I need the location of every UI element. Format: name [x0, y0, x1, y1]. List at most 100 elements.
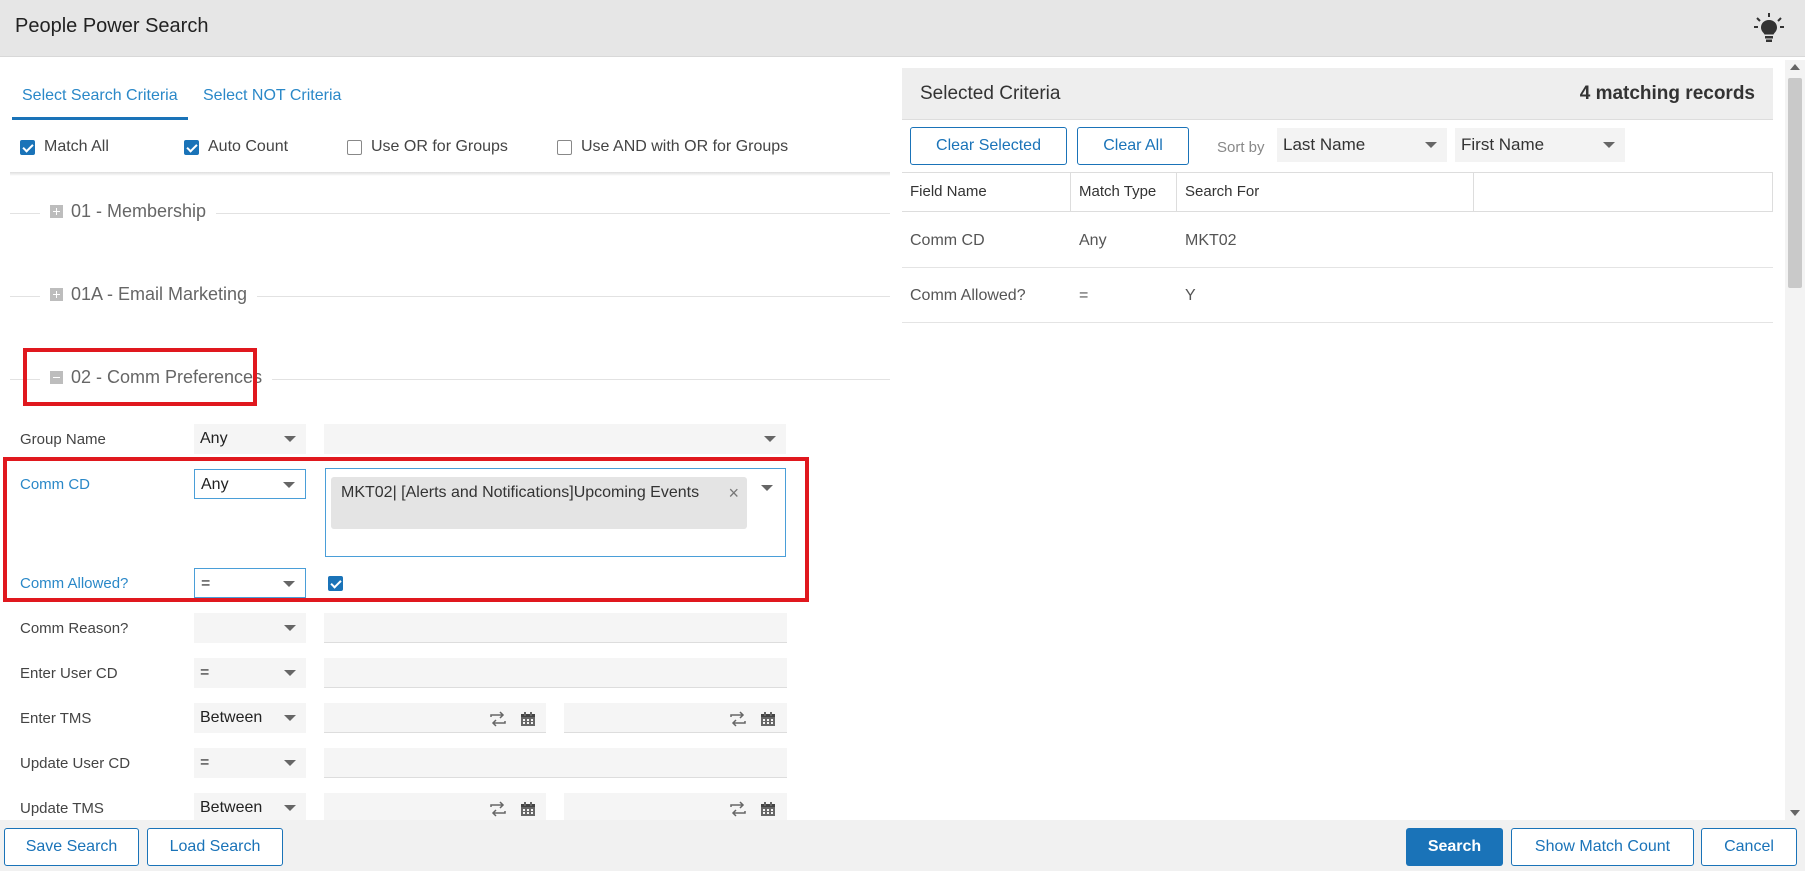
search-button[interactable]: Search — [1406, 828, 1503, 866]
match-all-checkbox[interactable] — [20, 139, 35, 155]
swap-icon[interactable] — [489, 711, 507, 727]
section-membership-header[interactable]: 01 - Membership — [40, 201, 217, 222]
comm-cd-match-value: Any — [201, 476, 229, 493]
row-match-type: = — [1079, 287, 1089, 304]
comm-reason-label: Comm Reason? — [20, 620, 129, 637]
comm-reason-match-select[interactable] — [194, 613, 306, 643]
swap-icon[interactable] — [729, 801, 747, 817]
section-membership-label: 01 - Membership — [71, 201, 207, 221]
comm-allowed-match-value: = — [201, 575, 211, 592]
swap-icon[interactable] — [729, 711, 747, 727]
chevron-down-icon — [283, 482, 295, 488]
calendar-icon[interactable] — [759, 711, 777, 727]
update-tms-match-select[interactable]: Between — [194, 793, 306, 823]
scroll-up-icon[interactable] — [1790, 64, 1800, 70]
sort-secondary-select[interactable]: First Name — [1455, 128, 1625, 162]
title-bar: People Power Search — [0, 0, 1805, 57]
tab-select-not-criteria[interactable]: Select NOT Criteria — [203, 87, 341, 117]
selected-criteria-title: Selected Criteria — [920, 83, 1061, 104]
chevron-down-icon — [284, 760, 296, 766]
expand-icon[interactable] — [50, 205, 63, 218]
comm-allowed-label: Comm Allowed? — [20, 575, 129, 592]
scroll-down-icon[interactable] — [1790, 810, 1800, 816]
update-tms-from-input[interactable] — [324, 793, 546, 823]
column-match-type[interactable]: Match Type — [1071, 173, 1177, 211]
section-membership: 01 - Membership — [10, 201, 890, 222]
chevron-down-icon — [1603, 142, 1615, 148]
comm-cd-chip[interactable]: MKT02| [Alerts and Notifications]Upcomin… — [331, 477, 747, 529]
use-or-groups-label: Use OR for Groups — [371, 138, 508, 155]
comm-cd-match-select[interactable]: Any — [194, 469, 306, 499]
section-email-marketing-header[interactable]: 01A - Email Marketing — [40, 284, 258, 305]
update-user-cd-label: Update User CD — [20, 755, 131, 772]
enter-tms-from-input[interactable] — [324, 703, 546, 733]
matching-records-count: 4 matching records — [1579, 83, 1755, 104]
enter-tms-match-value: Between — [200, 709, 263, 726]
chevron-down-icon — [284, 436, 296, 442]
row-field-name: Comm Allowed? — [910, 287, 1026, 304]
table-row[interactable]: Comm CD Any MKT02 — [902, 214, 1773, 268]
update-tms-label: Update TMS — [20, 800, 104, 817]
calendar-icon[interactable] — [759, 801, 777, 817]
cancel-button[interactable]: Cancel — [1701, 828, 1797, 866]
chevron-down-icon — [284, 670, 296, 676]
match-all-option[interactable]: Match All — [20, 138, 109, 156]
enter-user-cd-match-select[interactable]: = — [194, 658, 306, 688]
group-name-value-select[interactable] — [324, 424, 786, 454]
chevron-down-icon — [283, 581, 295, 587]
update-user-cd-input[interactable] — [324, 748, 787, 778]
section-email-marketing-label: 01A - Email Marketing — [71, 284, 248, 304]
comm-cd-multiselect[interactable]: MKT02| [Alerts and Notifications]Upcomin… — [325, 468, 786, 557]
table-row[interactable]: Comm Allowed? = Y — [902, 269, 1773, 323]
vertical-scrollbar[interactable] — [1785, 60, 1805, 820]
update-user-cd-match-select[interactable]: = — [194, 748, 306, 778]
expand-icon[interactable] — [50, 288, 63, 301]
column-search-for[interactable]: Search For — [1177, 173, 1474, 211]
enter-tms-to-input[interactable] — [564, 703, 787, 733]
tab-select-search-criteria[interactable]: Select Search Criteria — [12, 87, 188, 120]
chevron-down-icon — [284, 625, 296, 631]
calendar-icon[interactable] — [519, 711, 537, 727]
comm-reason-input[interactable] — [324, 613, 787, 643]
clear-all-button[interactable]: Clear All — [1077, 127, 1189, 165]
load-search-button[interactable]: Load Search — [147, 828, 283, 866]
comm-allowed-checkbox[interactable] — [328, 576, 343, 591]
update-tms-to-input[interactable] — [564, 793, 787, 823]
use-and-or-groups-checkbox[interactable] — [557, 139, 572, 155]
chevron-down-icon — [284, 805, 296, 811]
use-or-groups-option[interactable]: Use OR for Groups — [347, 138, 508, 156]
chip-remove-icon[interactable]: × — [728, 481, 739, 505]
lightbulb-icon[interactable] — [1753, 12, 1785, 44]
enter-user-cd-input[interactable] — [324, 658, 787, 688]
scrollbar-thumb[interactable] — [1788, 78, 1802, 288]
window-title: People Power Search — [15, 15, 209, 37]
chevron-down-icon — [1425, 142, 1437, 148]
calendar-icon[interactable] — [519, 801, 537, 817]
auto-count-option[interactable]: Auto Count — [184, 138, 288, 156]
comm-allowed-match-select[interactable]: = — [194, 568, 306, 598]
chevron-down-icon[interactable] — [761, 485, 773, 491]
chevron-down-icon — [284, 715, 296, 721]
criteria-table-header: Field Name Match Type Search For — [902, 172, 1773, 212]
save-search-button[interactable]: Save Search — [4, 828, 139, 866]
group-name-match-select[interactable]: Any — [194, 424, 306, 454]
use-and-or-groups-option[interactable]: Use AND with OR for Groups — [557, 138, 788, 156]
row-search-for: MKT02 — [1185, 232, 1237, 249]
show-match-count-button[interactable]: Show Match Count — [1511, 828, 1694, 866]
swap-icon[interactable] — [489, 801, 507, 817]
clear-selected-button[interactable]: Clear Selected — [910, 127, 1067, 165]
column-field-name[interactable]: Field Name — [902, 173, 1071, 211]
sort-by-label: Sort by — [1217, 139, 1265, 156]
row-match-type: Any — [1079, 232, 1107, 249]
enter-tms-match-select[interactable]: Between — [194, 703, 306, 733]
group-name-match-value: Any — [200, 430, 228, 447]
auto-count-checkbox[interactable] — [184, 139, 199, 155]
chevron-down-icon — [764, 436, 776, 442]
use-or-groups-checkbox[interactable] — [347, 139, 362, 155]
sort-primary-select[interactable]: Last Name — [1277, 128, 1447, 162]
column-extra — [1474, 173, 1773, 211]
row-search-for: Y — [1185, 287, 1196, 304]
auto-count-label: Auto Count — [208, 138, 289, 155]
use-and-or-groups-label: Use AND with OR for Groups — [581, 138, 789, 155]
highlight-box-section — [23, 348, 257, 406]
